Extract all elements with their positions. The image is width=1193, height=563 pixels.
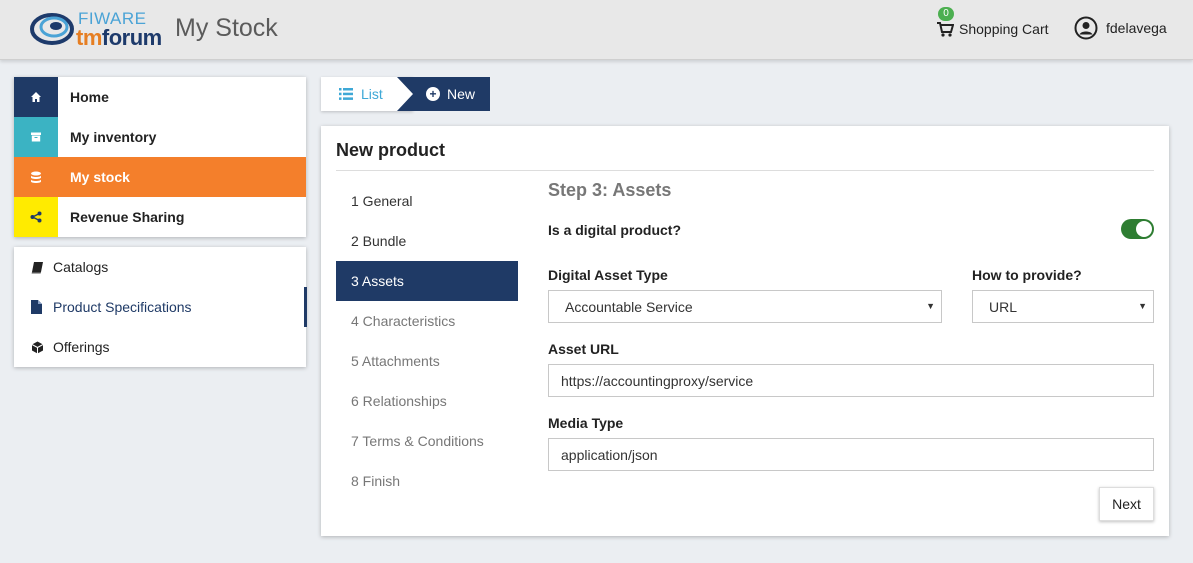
panel-title: New product (336, 140, 446, 160)
caret-down-icon: ▼ (926, 301, 935, 311)
sidebar-item-my-stock[interactable]: My stock (14, 157, 306, 197)
breadcrumb-new-label: New (447, 86, 476, 102)
provide-method-label: How to provide? (972, 267, 1082, 283)
sidebar-main-menu: Home My inventory My stock Revenue Shari… (14, 77, 306, 237)
digital-product-label: Is a digital product? (548, 222, 682, 238)
book-icon (31, 261, 47, 274)
logo-tm: tm (76, 25, 102, 50)
shopping-cart-label: Shopping Cart (959, 21, 1049, 37)
step-characteristics[interactable]: 4 Characteristics (336, 301, 518, 341)
file-icon (31, 300, 47, 314)
database-icon (14, 157, 58, 197)
shopping-cart-icon (937, 22, 954, 37)
logo-swirl-icon (30, 13, 74, 45)
top-header: FIWARE tmforum My Stock Shopping Cart 0 … (0, 0, 1193, 60)
breadcrumb-list[interactable]: List (321, 77, 413, 111)
share-icon (14, 197, 58, 237)
user-menu[interactable]: fdelavega (1074, 16, 1167, 40)
user-name: fdelavega (1106, 20, 1167, 36)
cart-count-badge: 0 (938, 7, 954, 21)
step-heading: Step 3: Assets (548, 180, 672, 200)
caret-down-icon: ▼ (1138, 301, 1147, 311)
sidebar-item-label: Offerings (53, 339, 110, 355)
app-title: My Stock (175, 14, 278, 42)
archive-icon (14, 117, 58, 157)
provide-method-value: URL (989, 298, 1018, 315)
step-attachments[interactable]: 5 Attachments (336, 341, 518, 381)
breadcrumb: List + New (321, 77, 490, 111)
sidebar-item-offerings[interactable]: Offerings (14, 327, 306, 367)
step-assets[interactable]: 3 Assets (336, 261, 518, 301)
shopping-cart-link[interactable]: Shopping Cart (936, 18, 1049, 40)
step-terms-conditions[interactable]: 7 Terms & Conditions (336, 421, 518, 461)
next-button[interactable]: Next (1099, 487, 1154, 521)
cube-icon (31, 341, 47, 354)
digital-product-toggle[interactable] (1121, 219, 1154, 239)
sidebar-item-label: Catalogs (53, 259, 109, 275)
active-item-indicator (304, 287, 307, 327)
media-type-input[interactable] (548, 438, 1154, 471)
sidebar-item-label: My stock (70, 169, 130, 185)
new-product-panel: New product 1 General 2 Bundle 3 Assets … (321, 126, 1169, 536)
logo-forum: forum (101, 25, 162, 50)
asset-url-input[interactable] (548, 364, 1154, 397)
fiware-tmforum-logo[interactable]: FIWARE tmforum (30, 9, 166, 51)
sidebar-item-label: My inventory (70, 129, 157, 145)
asset-url-label: Asset URL (548, 341, 619, 357)
sidebar-sub-menu: Catalogs Product Specifications Offering… (14, 247, 307, 367)
step-relationships[interactable]: 6 Relationships (336, 381, 518, 421)
logo-tmforum-text: tmforum (76, 25, 162, 51)
sidebar-item-home[interactable]: Home (14, 77, 306, 117)
sidebar-item-label: Product Specifications (53, 299, 192, 315)
step-finish[interactable]: 8 Finish (336, 461, 518, 501)
sidebar-item-my-inventory[interactable]: My inventory (14, 117, 306, 157)
sidebar-item-product-specifications[interactable]: Product Specifications (14, 287, 306, 327)
sidebar-item-label: Home (70, 89, 109, 105)
user-avatar-icon (1074, 16, 1098, 40)
media-type-label: Media Type (548, 415, 624, 431)
home-icon (14, 77, 58, 117)
plus-circle-icon: + (426, 87, 440, 101)
step-general[interactable]: 1 General (336, 181, 518, 221)
breadcrumb-list-label: List (361, 86, 383, 102)
asset-type-value: Accountable Service (565, 298, 693, 315)
sidebar-item-catalogs[interactable]: Catalogs (14, 247, 306, 287)
asset-type-select[interactable]: Accountable Service ▼ (548, 290, 942, 323)
sidebar-item-label: Revenue Sharing (70, 209, 185, 225)
asset-type-label: Digital Asset Type (548, 267, 668, 283)
divider (336, 170, 1154, 171)
provide-method-select[interactable]: URL ▼ (972, 290, 1154, 323)
toggle-knob (1136, 221, 1152, 237)
list-icon (339, 88, 353, 100)
sidebar-item-revenue-sharing[interactable]: Revenue Sharing (14, 197, 306, 237)
step-bundle[interactable]: 2 Bundle (336, 221, 518, 261)
